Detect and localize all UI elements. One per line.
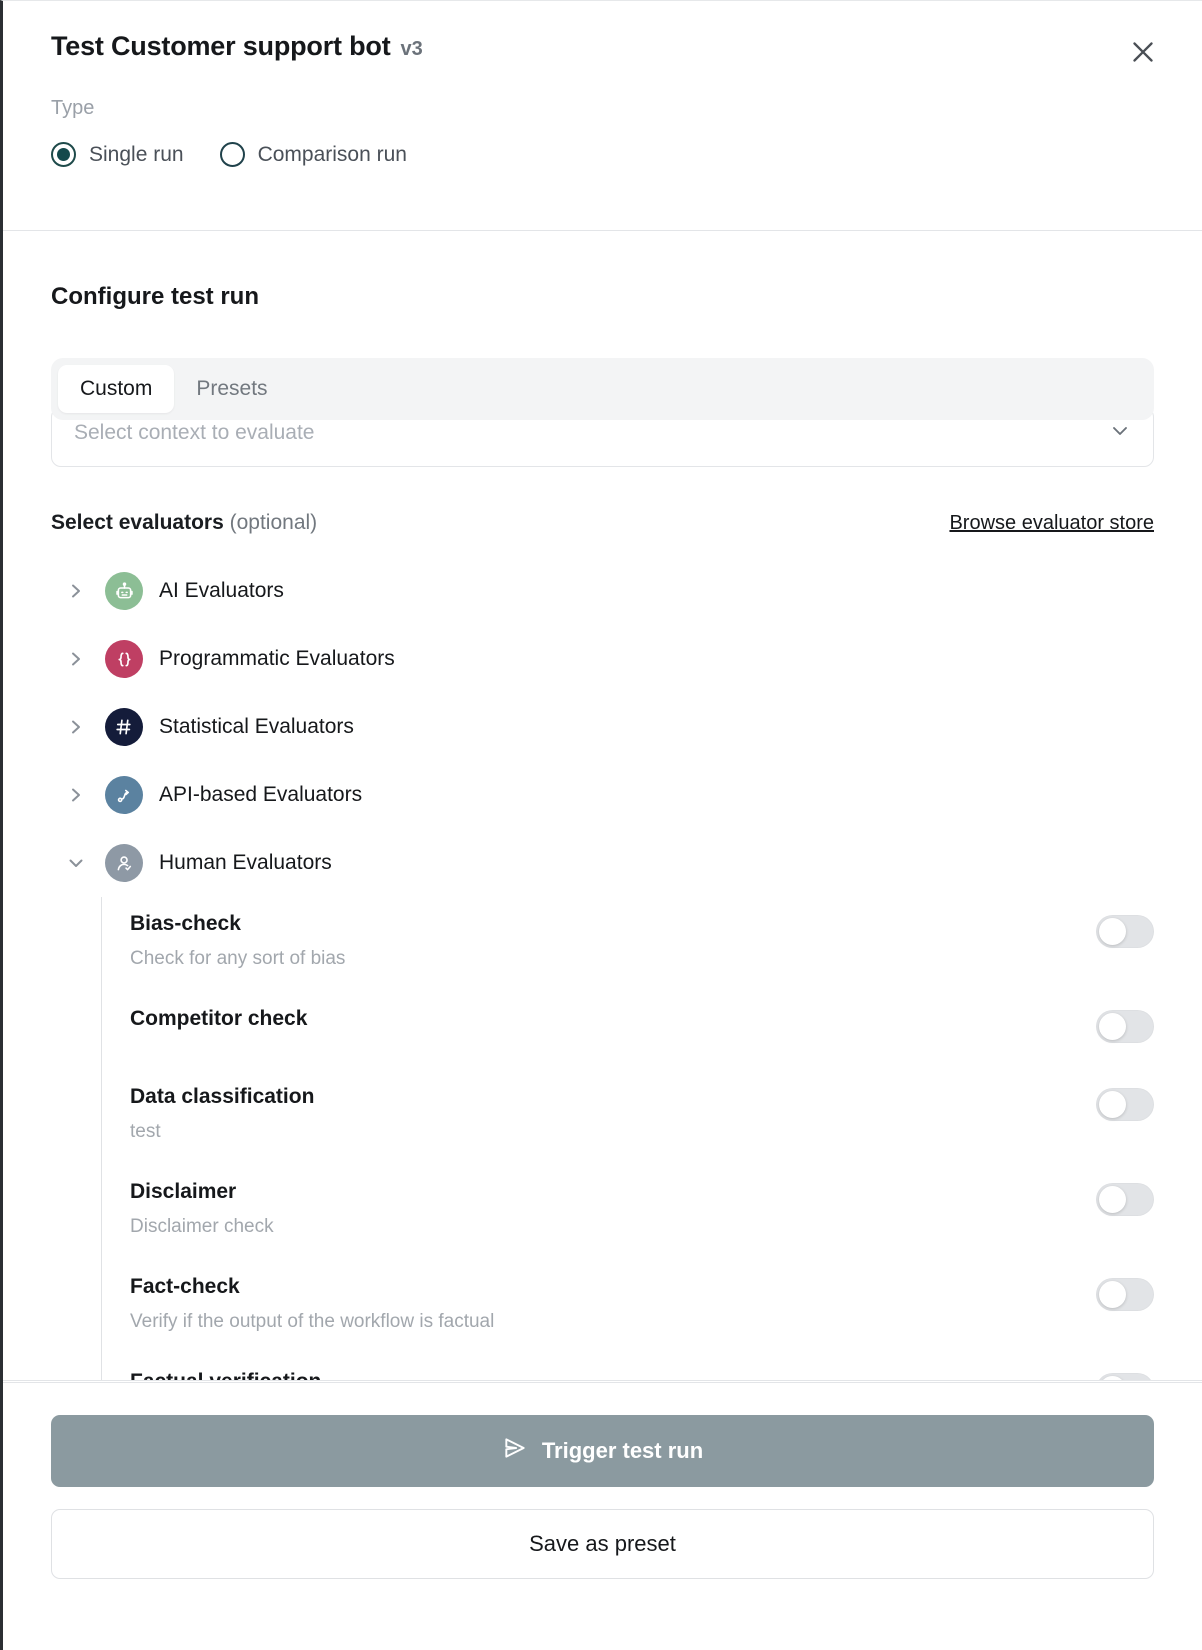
list-item[interactable]: Data classification test xyxy=(130,1070,1154,1165)
evaluator-texts: Disclaimer Disclaimer check xyxy=(130,1179,274,1240)
evaluator-name: Competitor check xyxy=(130,1006,308,1030)
category-label: Statistical Evaluators xyxy=(159,715,354,738)
evaluator-texts: Bias-check Check for any sort of bias xyxy=(130,911,345,972)
category-human-evaluators[interactable]: Human Evaluators xyxy=(51,829,1154,897)
category-label: Human Evaluators xyxy=(159,851,332,874)
save-as-preset-label: Save as preset xyxy=(529,1531,676,1556)
evaluator-toggle[interactable] xyxy=(1096,1087,1154,1121)
evaluator-toggle[interactable] xyxy=(1096,1009,1154,1043)
radio-comparison-run[interactable]: Comparison run xyxy=(219,142,407,167)
panel-body: Configure test run Custom Presets Select… xyxy=(3,231,1202,1381)
list-item[interactable]: Bias-check Check for any sort of bias xyxy=(130,897,1154,992)
chevron-right-icon xyxy=(63,582,89,600)
version-badge: v3 xyxy=(400,38,423,60)
evaluator-texts: Data classification test xyxy=(130,1084,314,1145)
close-button[interactable] xyxy=(1122,31,1164,73)
run-type-radio-group: Single run Comparison run xyxy=(51,142,1154,167)
close-icon xyxy=(1130,39,1156,65)
evaluator-texts: Competitor check xyxy=(130,1006,307,1032)
radio-single-run[interactable]: Single run xyxy=(51,142,184,167)
category-programmatic-evaluators[interactable]: Programmatic Evaluators xyxy=(51,625,1154,693)
trigger-test-run-button[interactable]: Trigger test run xyxy=(51,1415,1154,1487)
evaluator-toggle[interactable] xyxy=(1096,1277,1154,1311)
panel-footer: Trigger test run Save as preset xyxy=(3,1382,1202,1650)
test-run-panel: Test Customer support bot v3 Type Single… xyxy=(0,0,1202,1650)
evaluators-header: Select evaluators (optional) Browse eval… xyxy=(51,511,1154,535)
evaluator-description: Verify if the output of the workflow is … xyxy=(130,1311,495,1333)
list-item[interactable]: Fact-check Verify if the output of the w… xyxy=(130,1260,1154,1355)
section-title: Configure test run xyxy=(51,283,259,310)
hash-icon xyxy=(105,708,143,746)
braces-icon xyxy=(105,640,143,678)
evaluator-name: Bias-check xyxy=(130,912,241,935)
evaluator-toggle[interactable] xyxy=(1096,1182,1154,1216)
tab-presets[interactable]: Presets xyxy=(174,365,289,413)
category-label: Programmatic Evaluators xyxy=(159,647,395,670)
list-item[interactable]: Disclaimer Disclaimer check xyxy=(130,1165,1154,1260)
evaluator-name: Fact-check xyxy=(130,1274,240,1298)
trigger-test-run-label: Trigger test run xyxy=(541,1438,704,1463)
user-check-icon xyxy=(105,844,143,882)
radio-comparison-run-label: Comparison run xyxy=(257,142,407,166)
category-api-based-evaluators[interactable]: API-based Evaluators xyxy=(51,761,1154,829)
category-label: API-based Evaluators xyxy=(159,783,363,806)
evaluator-name: Data classification xyxy=(130,1084,315,1108)
list-item[interactable]: Factual verification xyxy=(130,1355,1154,1381)
radio-selected-icon xyxy=(51,142,76,167)
scroll-divider xyxy=(3,1380,1202,1381)
evaluator-texts: Fact-check Verify if the output of the w… xyxy=(130,1274,494,1335)
evaluator-description: Disclaimer check xyxy=(130,1216,274,1238)
page-title: Test Customer support bot xyxy=(51,31,391,61)
config-tabs: Custom Presets xyxy=(51,358,1154,420)
category-ai-evaluators[interactable]: AI Evaluators xyxy=(51,557,1154,625)
chevron-down-icon xyxy=(63,854,89,872)
robot-icon xyxy=(105,572,143,610)
evaluator-description: test xyxy=(130,1121,161,1143)
tab-custom[interactable]: Custom xyxy=(58,365,175,413)
panel-title-row: Test Customer support bot v3 xyxy=(51,31,1154,62)
panel-header: Test Customer support bot v3 Type Single… xyxy=(3,1,1202,231)
radio-single-run-label: Single run xyxy=(89,142,184,166)
evaluators-label-text: Select evaluators xyxy=(51,511,224,534)
evaluator-description: Check for any sort of bias xyxy=(130,948,346,970)
chevron-right-icon xyxy=(63,650,89,668)
chevron-right-icon xyxy=(63,718,89,736)
evaluator-category-list: AI Evaluators Programmatic Evaluators St… xyxy=(51,557,1154,1381)
category-statistical-evaluators[interactable]: Statistical Evaluators xyxy=(51,693,1154,761)
evaluators-header-label: Select evaluators (optional) xyxy=(51,511,317,535)
browse-evaluator-store-link[interactable]: Browse evaluator store xyxy=(949,512,1154,535)
human-evaluators-list: Bias-check Check for any sort of bias Co… xyxy=(101,897,1154,1381)
radio-unselected-icon xyxy=(219,142,245,167)
evaluator-toggle[interactable] xyxy=(1096,915,1154,948)
api-node-icon xyxy=(105,776,143,814)
category-label: AI Evaluators xyxy=(159,579,284,602)
evaluator-name: Disclaimer xyxy=(130,1179,237,1203)
send-icon xyxy=(502,1435,528,1467)
save-as-preset-button[interactable]: Save as preset xyxy=(51,1509,1154,1579)
list-item[interactable]: Competitor check xyxy=(130,992,1154,1070)
type-label: Type xyxy=(51,97,95,119)
evaluators-optional-text: (optional) xyxy=(229,511,318,534)
context-select-placeholder: Select context to evaluate xyxy=(74,421,315,444)
chevron-right-icon xyxy=(63,786,89,804)
chevron-down-icon xyxy=(1109,420,1131,447)
